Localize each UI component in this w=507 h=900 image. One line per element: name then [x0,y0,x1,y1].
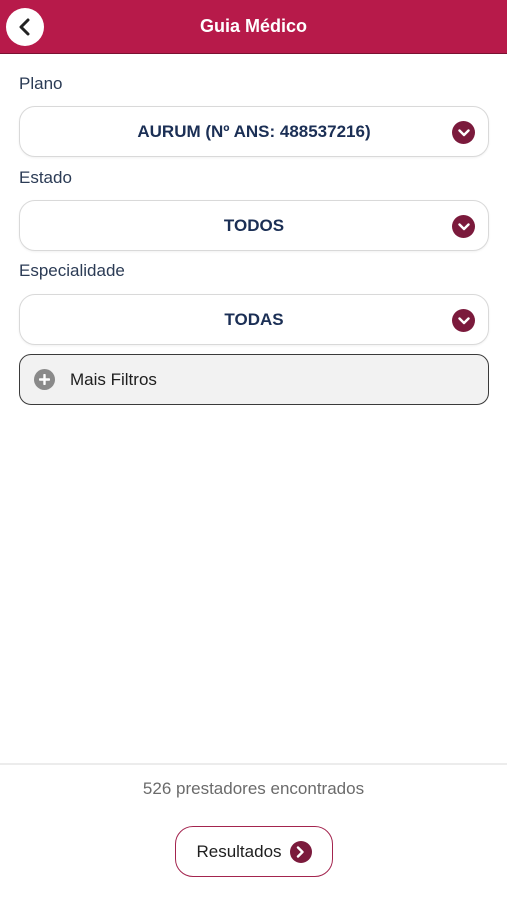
plano-select[interactable]: AURUM (Nº ANS: 488537216) [19,106,489,157]
chevron-down-circle-icon [452,121,475,144]
results-footer: 526 prestadores encontrados Resultados [0,763,507,900]
results-button-label: Resultados [196,841,282,861]
plus-circle-icon [34,369,55,390]
plano-value: AURUM (Nº ANS: 488537216) [137,121,371,141]
more-filters-button[interactable]: Mais Filtros [19,354,489,405]
page-title: Guia Médico [199,16,307,36]
estado-value: TODOS [223,215,285,235]
results-button[interactable]: Resultados [175,826,333,877]
especialidade-select[interactable]: TODAS [19,294,489,345]
estado-label: Estado [19,168,72,187]
back-button[interactable] [6,8,44,46]
results-count: 526 prestadores encontrados [142,779,365,798]
more-filters-label: Mais Filtros [70,369,157,389]
estado-select[interactable]: TODOS [19,200,489,251]
guia-medico-screen: Guia Médico Plano AURUM (Nº ANS: 4885372… [0,0,507,900]
plano-label: Plano [19,74,63,93]
chevron-right-circle-icon [289,840,312,863]
especialidade-label: Especialidade [19,261,125,280]
chevron-down-circle-icon [452,215,475,238]
especialidade-value: TODAS [224,309,284,329]
app-header: Guia Médico [0,0,507,54]
chevron-down-circle-icon [452,309,475,332]
chevron-left-icon [19,18,30,36]
